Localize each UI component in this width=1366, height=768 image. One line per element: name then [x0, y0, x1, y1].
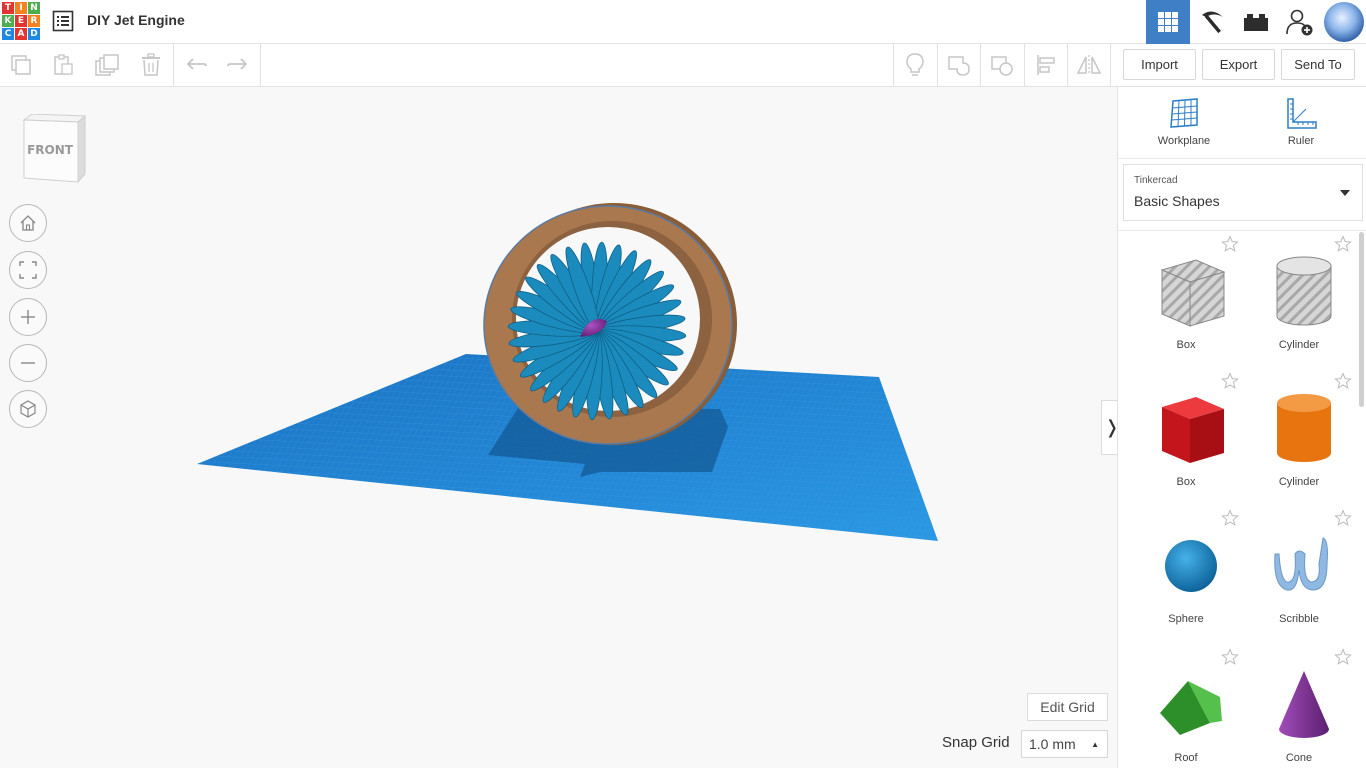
shapes-panel: Workplane Ruler Tinkercad Basic Shapes B… [1117, 87, 1366, 768]
shape-thumbnail [1269, 663, 1339, 743]
favorite-star-icon[interactable] [1221, 509, 1239, 532]
shape-roof[interactable]: Roof [1131, 648, 1241, 768]
shape-thumbnail [1156, 663, 1226, 743]
jet-engine-model[interactable] [483, 203, 737, 445]
shape-library-dropdown[interactable]: Tinkercad Basic Shapes [1123, 164, 1363, 221]
panel-scrollbar[interactable] [1359, 232, 1364, 407]
shape-thumbnail [1269, 387, 1339, 467]
shape-name: Roof [1174, 752, 1198, 764]
3d-viewport[interactable]: FRONT ❭ Edit Grid Snap Grid 1.0 mm ▲ [0, 87, 1123, 768]
shape-name: Cone [1285, 752, 1313, 764]
top-bar: TIN KER CAD DIY Jet Engine [0, 0, 1366, 44]
plus-icon [21, 310, 35, 324]
group-icon[interactable] [938, 44, 980, 86]
delete-icon[interactable] [130, 44, 172, 86]
shape-thumbnail [1156, 250, 1226, 330]
shape-name: Cylinder [1278, 476, 1320, 488]
shape-thumbnail [1269, 524, 1339, 604]
shape-cylinder-hole[interactable]: Cylinder [1244, 235, 1354, 365]
favorite-star-icon[interactable] [1334, 648, 1352, 671]
shape-name: Cylinder [1278, 339, 1320, 351]
library-name: Basic Shapes [1134, 193, 1220, 209]
fit-view-button[interactable] [9, 251, 47, 289]
design-title[interactable]: DIY Jet Engine [87, 12, 185, 28]
shape-box[interactable]: Box [1131, 372, 1241, 502]
undo-icon[interactable] [175, 44, 217, 86]
add-user-icon[interactable] [1278, 0, 1322, 44]
design-list-icon[interactable] [52, 10, 74, 32]
shape-sphere[interactable]: Sphere [1131, 509, 1241, 639]
edit-grid-button[interactable]: Edit Grid [1027, 693, 1108, 721]
shape-cylinder[interactable]: Cylinder [1244, 372, 1354, 502]
pickaxe-icon[interactable] [1190, 0, 1234, 44]
shape-thumbnail [1156, 387, 1226, 467]
mirror-icon[interactable] [1068, 44, 1110, 86]
shape-box-hole[interactable]: Box [1131, 235, 1241, 365]
view-cube[interactable]: FRONT [22, 113, 87, 189]
view-cube-face-label: FRONT [27, 143, 74, 157]
logo-letter: T [2, 2, 14, 14]
shape-name: Scribble [1279, 613, 1319, 625]
workplane-label: Workplane [1157, 135, 1211, 147]
library-source: Tinkercad [1134, 175, 1178, 186]
logo-letter: R [28, 15, 40, 27]
minus-icon [21, 362, 35, 364]
dropdown-arrow-icon [1340, 190, 1350, 196]
logo-letter: D [28, 28, 40, 40]
favorite-star-icon[interactable] [1334, 372, 1352, 395]
duplicate-icon[interactable] [86, 44, 128, 86]
shape-thumbnail [1269, 250, 1339, 330]
shape-name: Sphere [1168, 613, 1204, 625]
ruler-icon [1287, 98, 1317, 129]
brick-icon[interactable] [1234, 0, 1278, 44]
shape-thumbnail [1156, 524, 1226, 604]
send-to-button[interactable]: Send To [1281, 49, 1355, 80]
align-icon[interactable] [1025, 44, 1067, 86]
shape-name: Box [1176, 476, 1196, 488]
edit-toolbar: Import Export Send To [0, 44, 1366, 87]
home-icon [20, 215, 36, 231]
logo-letter: A [15, 28, 27, 40]
favorite-star-icon[interactable] [1221, 235, 1239, 258]
scene[interactable] [0, 87, 1117, 768]
copy-icon[interactable] [0, 44, 42, 86]
logo-letter: N [28, 2, 40, 14]
workplane-icon [1170, 98, 1198, 128]
avatar[interactable] [1324, 2, 1364, 42]
logo-letter: C [2, 28, 14, 40]
tinkercad-logo[interactable]: TIN KER CAD [2, 2, 42, 42]
ungroup-icon[interactable] [981, 44, 1023, 86]
lightbulb-icon[interactable] [894, 44, 936, 86]
snap-grid-value: 1.0 mm [1029, 736, 1076, 752]
snap-grid-select[interactable]: 1.0 mm ▲ [1021, 730, 1108, 758]
zoom-in-button[interactable] [9, 298, 47, 336]
redo-icon[interactable] [217, 44, 259, 86]
zoom-out-button[interactable] [9, 344, 47, 382]
perspective-button[interactable] [9, 390, 47, 428]
favorite-star-icon[interactable] [1334, 509, 1352, 532]
favorite-star-icon[interactable] [1221, 372, 1239, 395]
shape-cone[interactable]: Cone [1244, 648, 1354, 768]
grid-view-icon[interactable] [1146, 0, 1190, 44]
logo-letter: E [15, 15, 27, 27]
snap-grid-label: Snap Grid [942, 734, 1010, 751]
favorite-star-icon[interactable] [1334, 235, 1352, 258]
shape-name: Box [1176, 339, 1196, 351]
ruler-tool[interactable]: Ruler [1261, 97, 1341, 157]
cube-icon [20, 400, 36, 418]
favorite-star-icon[interactable] [1221, 648, 1239, 671]
fit-icon [19, 261, 37, 279]
workplane-tool[interactable]: Workplane [1144, 97, 1224, 157]
home-view-button[interactable] [9, 204, 47, 242]
shape-scribble[interactable]: Scribble [1244, 509, 1354, 639]
logo-letter: I [15, 2, 27, 14]
caret-up-icon: ▲ [1091, 740, 1099, 749]
paste-icon[interactable] [42, 44, 84, 86]
ruler-label: Ruler [1287, 135, 1315, 147]
export-button[interactable]: Export [1202, 49, 1275, 80]
import-button[interactable]: Import [1123, 49, 1196, 80]
logo-letter: K [2, 15, 14, 27]
